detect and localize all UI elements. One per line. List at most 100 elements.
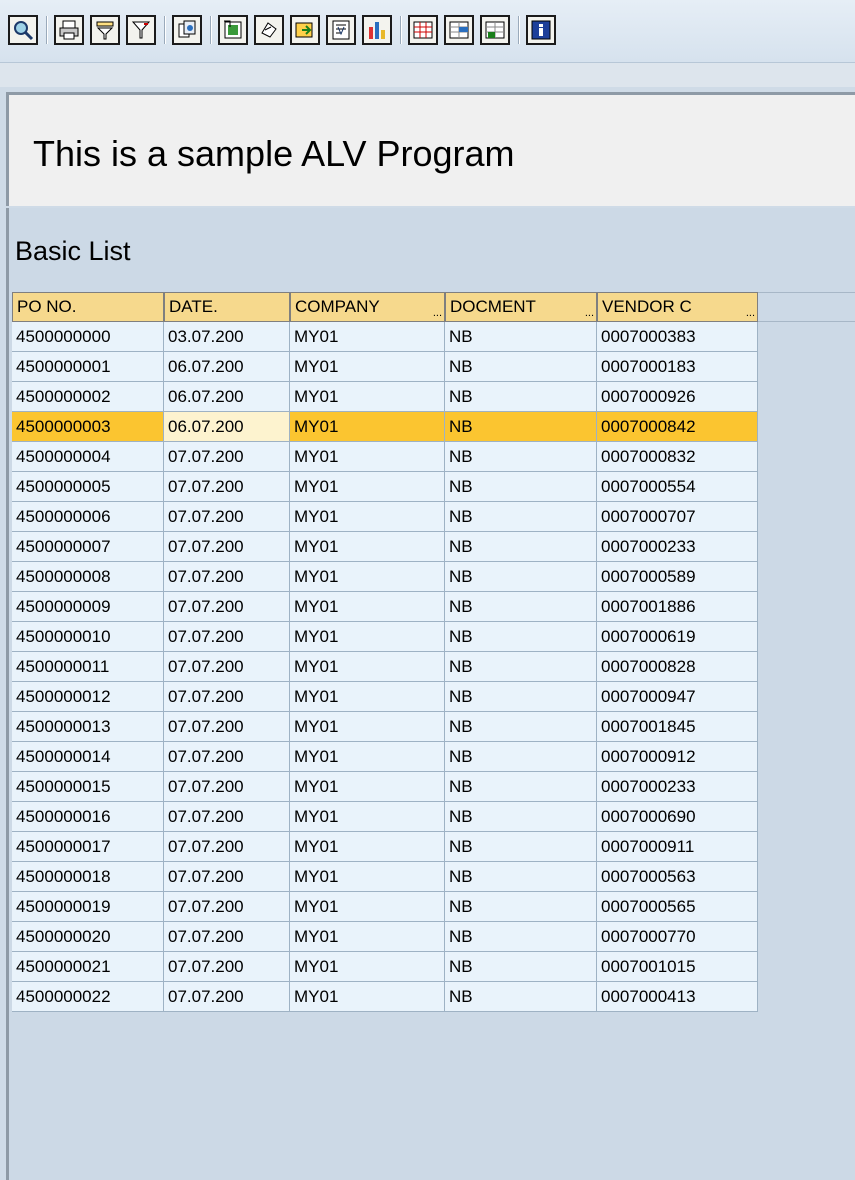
cell-document-type[interactable]: NB: [445, 742, 597, 772]
cell-company-code[interactable]: MY01: [290, 442, 445, 472]
cell-document-type[interactable]: NB: [445, 382, 597, 412]
cell-document-type[interactable]: NB: [445, 832, 597, 862]
cell-vendor[interactable]: 0007000707: [597, 502, 758, 532]
cell-date[interactable]: 07.07.200: [164, 862, 290, 892]
cell-po-number[interactable]: 4500000001: [12, 352, 164, 382]
cell-company-code[interactable]: MY01: [290, 682, 445, 712]
cell-date[interactable]: 07.07.200: [164, 592, 290, 622]
cell-vendor[interactable]: 0007001015: [597, 952, 758, 982]
cell-company-code[interactable]: MY01: [290, 322, 445, 352]
cell-po-number[interactable]: 4500000002: [12, 382, 164, 412]
cell-company-code[interactable]: MY01: [290, 742, 445, 772]
cell-document-type[interactable]: NB: [445, 412, 597, 442]
cell-document-type[interactable]: NB: [445, 502, 597, 532]
details-icon[interactable]: [8, 15, 38, 45]
save-layout-icon[interactable]: [480, 15, 510, 45]
cell-date[interactable]: 07.07.200: [164, 922, 290, 952]
change-layout-icon[interactable]: [408, 15, 438, 45]
cell-vendor[interactable]: 0007000413: [597, 982, 758, 1012]
cell-vendor[interactable]: 0007000233: [597, 772, 758, 802]
cell-document-type[interactable]: NB: [445, 472, 597, 502]
cell-date[interactable]: 07.07.200: [164, 442, 290, 472]
cell-document-type[interactable]: NB: [445, 982, 597, 1012]
cell-vendor[interactable]: 0007000183: [597, 352, 758, 382]
cell-document-type[interactable]: NB: [445, 322, 597, 352]
cell-date[interactable]: 03.07.200: [164, 322, 290, 352]
cell-document-type[interactable]: NB: [445, 352, 597, 382]
cell-vendor[interactable]: 0007000383: [597, 322, 758, 352]
cell-document-type[interactable]: NB: [445, 622, 597, 652]
cell-po-number[interactable]: 4500000000: [12, 322, 164, 352]
cell-vendor[interactable]: 0007001845: [597, 712, 758, 742]
cell-vendor[interactable]: 0007000947: [597, 682, 758, 712]
cell-po-number[interactable]: 4500000014: [12, 742, 164, 772]
cell-vendor[interactable]: 0007000589: [597, 562, 758, 592]
info-icon[interactable]: [526, 15, 556, 45]
cell-date[interactable]: 07.07.200: [164, 982, 290, 1012]
cell-date[interactable]: 07.07.200: [164, 562, 290, 592]
cell-company-code[interactable]: MY01: [290, 592, 445, 622]
word-processing-icon[interactable]: [326, 15, 356, 45]
cell-company-code[interactable]: MY01: [290, 352, 445, 382]
cell-document-type[interactable]: NB: [445, 862, 597, 892]
cell-company-code[interactable]: MY01: [290, 952, 445, 982]
cell-po-number[interactable]: 4500000017: [12, 832, 164, 862]
cell-date[interactable]: 07.07.200: [164, 952, 290, 982]
cell-po-number[interactable]: 4500000016: [12, 802, 164, 832]
cell-vendor[interactable]: 0007000912: [597, 742, 758, 772]
cell-document-type[interactable]: NB: [445, 652, 597, 682]
cell-date[interactable]: 06.07.200: [164, 352, 290, 382]
cell-vendor[interactable]: 0007000565: [597, 892, 758, 922]
cell-date[interactable]: 07.07.200: [164, 622, 290, 652]
export-spreadsheet-icon[interactable]: [218, 15, 248, 45]
cell-vendor[interactable]: 0007000619: [597, 622, 758, 652]
cell-date[interactable]: 07.07.200: [164, 472, 290, 502]
cell-company-code[interactable]: MY01: [290, 862, 445, 892]
cell-date[interactable]: 07.07.200: [164, 532, 290, 562]
set-filter-icon[interactable]: [126, 15, 156, 45]
cell-po-number[interactable]: 4500000008: [12, 562, 164, 592]
cell-document-type[interactable]: NB: [445, 892, 597, 922]
cell-po-number[interactable]: 4500000005: [12, 472, 164, 502]
cell-company-code[interactable]: MY01: [290, 502, 445, 532]
column-header-company[interactable]: COMPANY...: [290, 292, 445, 322]
cell-po-number[interactable]: 4500000007: [12, 532, 164, 562]
cell-date[interactable]: 06.07.200: [164, 382, 290, 412]
cell-po-number[interactable]: 4500000004: [12, 442, 164, 472]
cell-company-code[interactable]: MY01: [290, 652, 445, 682]
cell-date[interactable]: 07.07.200: [164, 772, 290, 802]
cell-date[interactable]: 07.07.200: [164, 502, 290, 532]
print-icon[interactable]: [54, 15, 84, 45]
column-header-document[interactable]: DOCMENT...: [445, 292, 597, 322]
cell-po-number[interactable]: 4500000006: [12, 502, 164, 532]
cell-document-type[interactable]: NB: [445, 682, 597, 712]
cell-company-code[interactable]: MY01: [290, 532, 445, 562]
cell-date[interactable]: 07.07.200: [164, 892, 290, 922]
cell-po-number[interactable]: 4500000022: [12, 982, 164, 1012]
filter-icon[interactable]: [90, 15, 120, 45]
cell-vendor[interactable]: 0007000770: [597, 922, 758, 952]
cell-company-code[interactable]: MY01: [290, 982, 445, 1012]
cell-po-number[interactable]: 4500000018: [12, 862, 164, 892]
column-header-po-no[interactable]: PO NO.: [12, 292, 164, 322]
graphic-icon[interactable]: [362, 15, 392, 45]
cell-company-code[interactable]: MY01: [290, 772, 445, 802]
cell-date[interactable]: 07.07.200: [164, 742, 290, 772]
cell-company-code[interactable]: MY01: [290, 472, 445, 502]
cell-po-number[interactable]: 4500000012: [12, 682, 164, 712]
cell-document-type[interactable]: NB: [445, 532, 597, 562]
cell-date[interactable]: 07.07.200: [164, 802, 290, 832]
cell-document-type[interactable]: NB: [445, 562, 597, 592]
sort-icon[interactable]: [254, 15, 284, 45]
cell-po-number[interactable]: 4500000010: [12, 622, 164, 652]
cell-company-code[interactable]: MY01: [290, 562, 445, 592]
cell-document-type[interactable]: NB: [445, 772, 597, 802]
cell-po-number[interactable]: 4500000011: [12, 652, 164, 682]
cell-company-code[interactable]: MY01: [290, 922, 445, 952]
cell-company-code[interactable]: MY01: [290, 892, 445, 922]
cell-company-code[interactable]: MY01: [290, 412, 445, 442]
cell-company-code[interactable]: MY01: [290, 802, 445, 832]
column-header-date[interactable]: DATE.: [164, 292, 290, 322]
cell-date[interactable]: 07.07.200: [164, 682, 290, 712]
cell-company-code[interactable]: MY01: [290, 832, 445, 862]
